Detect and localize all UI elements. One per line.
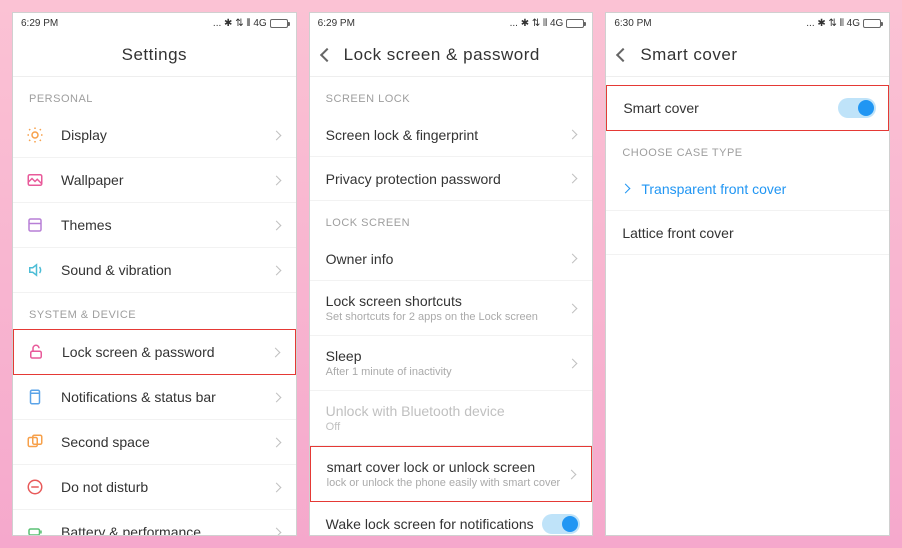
settings-screen: 6:29 PM ... ✱ ⇅ ⫴ 4G Settings PERSONAL D… (12, 12, 297, 536)
status-time: 6:29 PM (21, 18, 58, 29)
row-dnd[interactable]: Do not disturb (13, 465, 296, 510)
page-title: Lock screen & password (344, 45, 540, 65)
status-time: 6:29 PM (318, 18, 355, 29)
row-bluetooth: Unlock with Bluetooth device Off (310, 391, 593, 446)
lockscreen-list[interactable]: SCREEN LOCK Screen lock & fingerprint Pr… (310, 77, 593, 535)
display-icon (25, 125, 45, 145)
dnd-icon (25, 477, 45, 497)
row-wallpaper[interactable]: Wallpaper (13, 158, 296, 203)
row-wakelock[interactable]: Wake lock screen for notifications (310, 502, 593, 535)
status-time: 6:30 PM (614, 18, 651, 29)
row-privacy[interactable]: Privacy protection password (310, 157, 593, 201)
status-bar: 6:30 PM ... ✱ ⇅ ⫴ 4G (606, 13, 889, 33)
page-title: Settings (122, 45, 187, 65)
row-lockscreen[interactable]: Lock screen & password (13, 329, 296, 375)
status-indicators: ... ✱ ⇅ ⫴ 4G (213, 18, 288, 29)
battery-icon (270, 19, 288, 28)
status-indicators: ... ✱ ⇅ ⫴ 4G (510, 18, 585, 29)
chevron-icon (271, 437, 281, 447)
status-bar: 6:29 PM ... ✱ ⇅ ⫴ 4G (310, 13, 593, 33)
chevron-icon (568, 130, 578, 140)
row-smartcover[interactable]: smart cover lock or unlock screen lock o… (310, 446, 593, 502)
chevron-icon (271, 482, 281, 492)
secondspace-icon (25, 432, 45, 452)
smartcover-toggle[interactable] (838, 98, 876, 118)
notifications-icon (25, 387, 45, 407)
row-lattice[interactable]: Lattice front cover (606, 211, 889, 255)
chevron-icon (270, 347, 280, 357)
smartcover-list[interactable]: Smart cover CHOOSE CASE TYPE Transparent… (606, 77, 889, 535)
chevron-icon (568, 358, 578, 368)
row-transparent[interactable]: Transparent front cover (606, 167, 889, 211)
page-title: Smart cover (640, 45, 737, 65)
battery-icon (863, 19, 881, 28)
chevron-icon (567, 469, 577, 479)
chevron-icon (271, 175, 281, 185)
row-sleep[interactable]: Sleep After 1 minute of inactivity (310, 336, 593, 391)
row-sound[interactable]: Sound & vibration (13, 248, 296, 293)
chevron-icon (271, 220, 281, 230)
battery-perf-icon (25, 522, 45, 535)
row-themes[interactable]: Themes (13, 203, 296, 248)
chevron-icon (271, 265, 281, 275)
section-lockscreen: LOCK SCREEN (310, 201, 593, 237)
section-choosecase: CHOOSE CASE TYPE (606, 131, 889, 167)
chevron-icon (271, 527, 281, 535)
sound-icon (25, 260, 45, 280)
chevron-icon (271, 392, 281, 402)
smartcover-screen: 6:30 PM ... ✱ ⇅ ⫴ 4G Smart cover Smart c… (605, 12, 890, 536)
section-personal: PERSONAL (13, 77, 296, 113)
row-battery[interactable]: Battery & performance (13, 510, 296, 535)
wallpaper-icon (25, 170, 45, 190)
themes-icon (25, 215, 45, 235)
row-secondspace[interactable]: Second space (13, 420, 296, 465)
chevron-icon (568, 174, 578, 184)
chevron-icon (568, 254, 578, 264)
row-shortcuts[interactable]: Lock screen shortcuts Set shortcuts for … (310, 281, 593, 336)
row-display[interactable]: Display (13, 113, 296, 158)
battery-icon (566, 19, 584, 28)
settings-list[interactable]: PERSONAL Display Wallpaper Themes Sound … (13, 77, 296, 535)
page-header: Smart cover (606, 33, 889, 77)
page-header: Settings (13, 33, 296, 77)
row-owner[interactable]: Owner info (310, 237, 593, 281)
section-screenlock: SCREEN LOCK (310, 77, 593, 113)
row-smartcover-toggle[interactable]: Smart cover (606, 85, 889, 131)
status-indicators: ... ✱ ⇅ ⫴ 4G (806, 18, 881, 29)
wakelock-toggle[interactable] (542, 514, 580, 534)
status-bar: 6:29 PM ... ✱ ⇅ ⫴ 4G (13, 13, 296, 33)
lock-icon (26, 342, 46, 362)
chevron-icon (568, 303, 578, 313)
row-notifications[interactable]: Notifications & status bar (13, 375, 296, 420)
back-button[interactable] (616, 47, 630, 61)
lockscreen-screen: 6:29 PM ... ✱ ⇅ ⫴ 4G Lock screen & passw… (309, 12, 594, 536)
back-button[interactable] (320, 47, 334, 61)
chevron-icon (621, 184, 631, 194)
chevron-icon (271, 130, 281, 140)
page-header: Lock screen & password (310, 33, 593, 77)
row-fingerprint[interactable]: Screen lock & fingerprint (310, 113, 593, 157)
section-system: SYSTEM & DEVICE (13, 293, 296, 329)
